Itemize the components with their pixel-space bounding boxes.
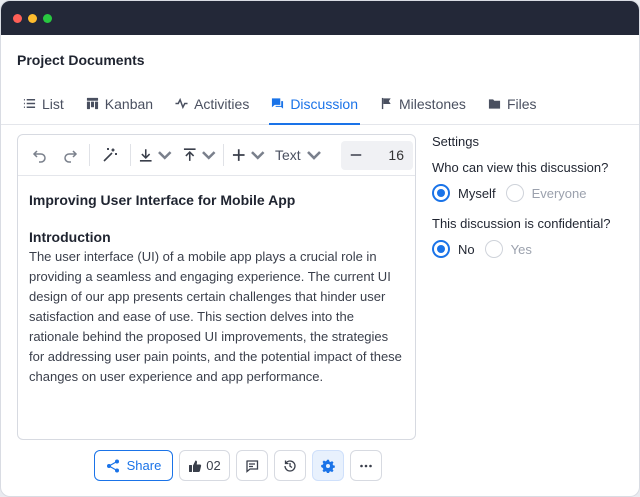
tab-files[interactable]: Files	[488, 83, 537, 124]
activity-icon	[175, 97, 188, 110]
toolbar-divider	[223, 144, 224, 166]
share-button[interactable]: Share	[94, 450, 173, 481]
confidential-radio-group: No Yes	[432, 240, 632, 258]
confidential-question: This discussion is confidential?	[432, 216, 611, 231]
section-body: The user interface (UI) of a mobile app …	[29, 249, 402, 384]
text-style-label: Text	[275, 147, 301, 163]
tab-bar: List Kanban Activities Discussion Milest…	[1, 83, 639, 125]
settings-button[interactable]	[312, 450, 344, 481]
tab-label: Milestones	[399, 95, 466, 112]
kanban-icon	[86, 97, 98, 110]
radio-label: Everyone	[531, 185, 587, 201]
redo-icon	[64, 150, 78, 163]
upload-icon	[183, 148, 196, 161]
comment-button[interactable]	[236, 450, 268, 481]
thumbs-up-icon	[189, 460, 202, 472]
list-icon	[23, 99, 36, 108]
share-label: Share	[126, 458, 162, 473]
toolbar-divider	[130, 144, 131, 166]
chevron-down-icon	[157, 151, 171, 160]
chevron-down-icon	[201, 151, 215, 160]
tab-activities[interactable]: Activities	[175, 83, 249, 124]
editor-content[interactable]: Improving User Interface for Mobile App …	[18, 176, 415, 387]
tab-label: Files	[506, 95, 537, 112]
tab-label: Kanban	[104, 95, 154, 112]
more-horizontal-icon	[360, 464, 372, 467]
more-options-button[interactable]	[350, 450, 382, 481]
confidential-option-yes[interactable]: Yes	[484, 240, 532, 258]
tab-label: Activities	[194, 95, 250, 112]
text-style-dropdown[interactable]: Text	[275, 141, 322, 169]
tab-milestones[interactable]: Milestones	[380, 83, 466, 124]
visibility-radio-group: Myself Everyone	[432, 184, 632, 202]
minimize-window-button[interactable]	[28, 13, 37, 23]
radio-button[interactable]	[432, 184, 450, 202]
tab-kanban[interactable]: Kanban	[86, 83, 153, 124]
window-titlebar	[1, 1, 639, 35]
app-window: Project Documents List Kanban Activities…	[0, 0, 640, 497]
upload-button[interactable]	[182, 141, 216, 169]
comment-icon	[246, 459, 259, 473]
document-title: Improving User Interface for Mobile App	[29, 192, 296, 208]
radio-label: No	[458, 241, 475, 257]
visibility-option-everyone[interactable]: Everyone	[505, 184, 587, 202]
history-button[interactable]	[274, 450, 306, 481]
like-count: 02	[206, 458, 221, 473]
chat-icon	[272, 98, 284, 109]
font-size-value: 16	[388, 147, 404, 163]
document-editor: Text 16 Improving User Interface for Mob…	[17, 134, 416, 440]
action-bar: Share 02	[94, 450, 382, 481]
download-icon	[139, 149, 152, 162]
magic-wand-button[interactable]	[97, 141, 123, 169]
flag-icon	[381, 97, 391, 110]
radio-label: Yes	[510, 241, 532, 257]
insert-button[interactable]	[231, 141, 265, 169]
page-title: Project Documents	[17, 52, 145, 68]
like-button[interactable]: 02	[179, 450, 230, 481]
confidential-option-no[interactable]: No	[432, 240, 475, 258]
minus-icon[interactable]	[349, 148, 363, 162]
close-window-button[interactable]	[13, 13, 22, 23]
editor-toolbar: Text 16	[18, 135, 415, 176]
tab-label: Discussion	[290, 95, 359, 112]
radio-button[interactable]	[432, 240, 450, 258]
undo-button[interactable]	[28, 141, 52, 169]
visibility-question: Who can view this discussion?	[432, 160, 609, 175]
settings-title: Settings	[432, 134, 479, 149]
radio-button[interactable]	[505, 184, 524, 202]
visibility-option-myself[interactable]: Myself	[432, 184, 496, 202]
redo-button[interactable]	[58, 141, 82, 169]
font-size-stepper[interactable]: 16	[341, 140, 413, 170]
chevron-down-icon	[250, 151, 264, 160]
toolbar-divider	[89, 144, 90, 166]
download-button[interactable]	[138, 141, 172, 169]
folder-icon	[488, 99, 501, 109]
share-icon	[106, 459, 119, 472]
tab-list[interactable]: List	[23, 83, 64, 124]
radio-button[interactable]	[484, 240, 503, 258]
settings-panel: Settings Who can view this discussion? M…	[432, 134, 632, 272]
gear-icon	[321, 459, 335, 473]
magic-wand-icon	[103, 148, 117, 162]
history-icon	[284, 459, 296, 472]
tab-label: List	[42, 95, 64, 112]
undo-icon	[32, 150, 46, 163]
section-heading: Introduction	[29, 229, 111, 245]
tab-discussion[interactable]: Discussion	[269, 83, 360, 125]
radio-label: Myself	[458, 185, 496, 201]
maximize-window-button[interactable]	[43, 13, 52, 23]
chevron-down-icon	[306, 151, 321, 160]
plus-icon	[232, 149, 245, 161]
